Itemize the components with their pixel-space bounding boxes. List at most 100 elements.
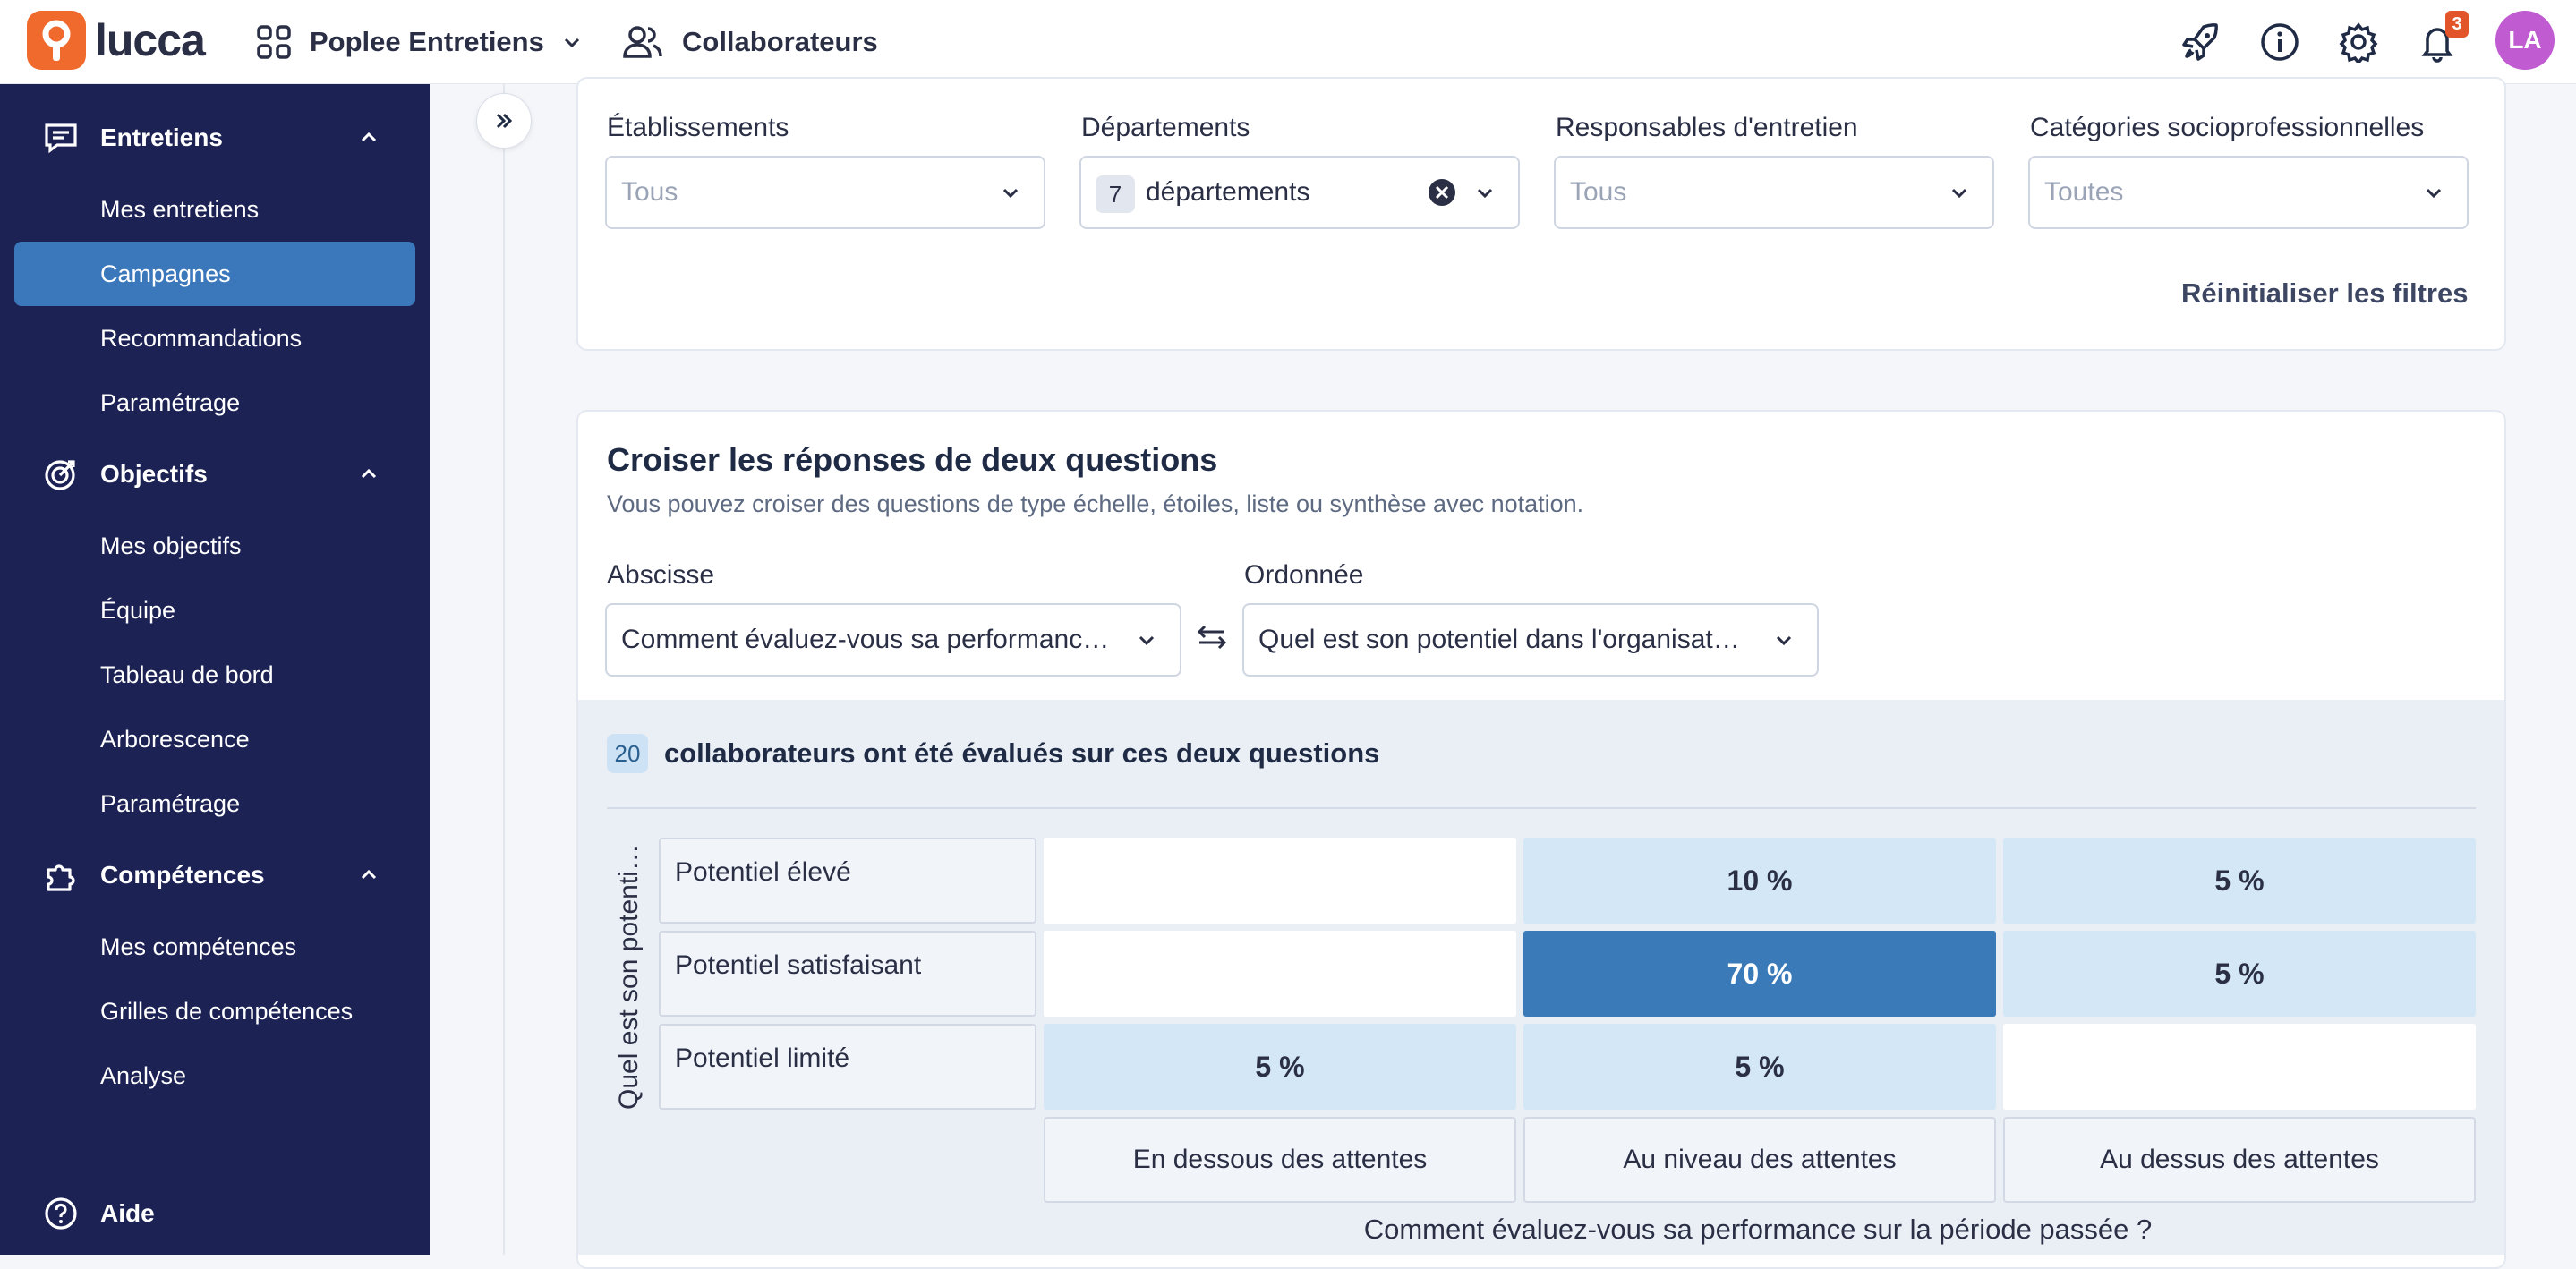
- swap-axes-button[interactable]: [1194, 619, 1230, 655]
- abscisse-label: Abscisse: [607, 560, 715, 590]
- sidebar-item-parametrage-objectifs[interactable]: Paramétrage: [14, 771, 415, 836]
- double-chevron-right-icon: [496, 113, 513, 129]
- help-icon: [45, 1197, 77, 1230]
- sidebar-item-label: Mes entretiens: [100, 195, 260, 223]
- matrix-cell[interactable]: [1044, 931, 1516, 1017]
- notifications-button[interactable]: 3: [2415, 11, 2469, 64]
- col-label-en-dessous: En dessous des attentes: [1044, 1117, 1516, 1203]
- cross-title: Croiser les réponses de deux questions: [607, 441, 1218, 478]
- content-rail: [503, 84, 505, 1255]
- chevron-down-icon: [1477, 188, 1493, 199]
- lucca-logo-icon: [27, 11, 86, 70]
- sidebar-item-equipe[interactable]: Équipe: [14, 578, 415, 643]
- departements-select[interactable]: 7 départements: [1079, 156, 1520, 229]
- sidebar-item-label: Mes objectifs: [100, 532, 242, 559]
- sidebar-item-mes-competences[interactable]: Mes compétences: [14, 915, 415, 979]
- sidebar-item-tableau-de-bord[interactable]: Tableau de bord: [14, 643, 415, 707]
- lucca-logo[interactable]: lucca: [27, 11, 206, 70]
- y-axis-title: Quel est son potenti…: [614, 844, 644, 1110]
- sidebar-item-label: Analyse: [100, 1061, 187, 1089]
- target-icon: [45, 460, 75, 490]
- matrix-cell[interactable]: 5 %: [1044, 1024, 1516, 1110]
- sidebar-item-label: Arborescence: [100, 725, 250, 753]
- rocket-button[interactable]: [2179, 20, 2223, 64]
- gear-icon: [2339, 22, 2378, 63]
- abscisse-value: Comment évaluez-vous sa performanc…: [621, 625, 1110, 654]
- top-bar: lucca Poplee Entretiens Collaborateurs 3…: [0, 0, 2576, 84]
- categories-select[interactable]: Toutes: [2028, 156, 2469, 229]
- chevron-down-icon: [1139, 635, 1155, 646]
- sidebar-item-arborescence[interactable]: Arborescence: [14, 707, 415, 771]
- chevron-up-icon: [361, 468, 377, 479]
- sidebar-section-label: Compétences: [100, 861, 265, 889]
- user-avatar[interactable]: LA: [2495, 11, 2555, 70]
- etablissements-select[interactable]: Tous: [605, 156, 1045, 229]
- sidebar-item-label: Tableau de bord: [100, 660, 274, 688]
- sidebar-item-mes-entretiens[interactable]: Mes entretiens: [14, 177, 415, 242]
- collaborateurs-link[interactable]: Collaborateurs: [623, 18, 878, 66]
- ordonnee-select[interactable]: Quel est son potentiel dans l'organisat…: [1242, 603, 1819, 677]
- matrix-cell[interactable]: [1044, 838, 1516, 924]
- module-switcher[interactable]: Poplee Entretiens: [256, 18, 582, 66]
- puzzle-icon: [47, 864, 75, 891]
- collaborateurs-label: Collaborateurs: [682, 26, 878, 57]
- sidebar-section-label: Objectifs: [100, 460, 208, 488]
- sidebar-item-parametrage-entretiens[interactable]: Paramétrage: [14, 370, 415, 435]
- matrix-cell[interactable]: 70 %: [1523, 931, 1996, 1017]
- panel-divider: [607, 807, 2476, 809]
- matrix-cell[interactable]: 10 %: [1523, 838, 1996, 924]
- sidebar-section-objectifs[interactable]: Objectifs: [0, 442, 430, 507]
- sidebar-item-label: Équipe: [100, 596, 176, 624]
- sidebar-aide[interactable]: Aide: [0, 1181, 430, 1246]
- sidebar-item-grilles-de-competences[interactable]: Grilles de compétences: [14, 979, 415, 1043]
- matrix-cell[interactable]: 5 %: [1523, 1024, 1996, 1110]
- sidebar-section-entretiens[interactable]: Entretiens: [0, 106, 430, 170]
- sidebar-item-campagnes[interactable]: Campagnes: [14, 242, 415, 306]
- matrix-cell[interactable]: 5 %: [2003, 931, 2476, 1017]
- info-button[interactable]: [2257, 20, 2302, 64]
- cross-subtitle: Vous pouvez croiser des questions de typ…: [607, 490, 1584, 517]
- col-label-au-niveau: Au niveau des attentes: [1523, 1117, 1996, 1203]
- sidebar-section-competences[interactable]: Compétences: [0, 843, 430, 907]
- evaluated-count-chip: 20: [607, 734, 648, 773]
- categories-value: Toutes: [2044, 177, 2124, 207]
- chevron-down-icon: [2426, 188, 2442, 199]
- reset-filters-button[interactable]: Réinitialiser les filtres: [2181, 277, 2468, 310]
- col-label-au-dessus: Au dessus des attentes: [2003, 1117, 2476, 1203]
- module-name: Poplee Entretiens: [310, 26, 544, 57]
- sidebar-item-recommandations[interactable]: Recommandations: [14, 306, 415, 370]
- departements-value: départements: [1146, 177, 1310, 207]
- chevron-up-icon: [361, 869, 377, 880]
- departements-label: Départements: [1081, 113, 1250, 142]
- rocket-icon: [2182, 23, 2218, 61]
- etablissements-label: Établissements: [607, 113, 789, 142]
- evaluated-count-text: collaborateurs ont été évalués sur ces d…: [664, 737, 1380, 769]
- sidebar-item-label: Paramétrage: [100, 388, 241, 416]
- sidebar-item-label: Mes compétences: [100, 933, 297, 960]
- sidebar-aide-label: Aide: [100, 1199, 155, 1227]
- chevron-down-icon: [1002, 188, 1019, 199]
- responsables-select[interactable]: Tous: [1554, 156, 1994, 229]
- settings-button[interactable]: [2336, 20, 2381, 64]
- brand-name: lucca: [95, 15, 206, 65]
- expand-panel-button[interactable]: [476, 93, 532, 149]
- matrix-cell[interactable]: 5 %: [2003, 838, 2476, 924]
- row-label-potentiel-satisfaisant: Potentiel satisfaisant: [659, 931, 1036, 1017]
- sidebar-item-mes-objectifs[interactable]: Mes objectifs: [14, 514, 415, 578]
- notification-count-badge: 3: [2445, 11, 2469, 38]
- sidebar-item-analyse[interactable]: Analyse: [14, 1043, 415, 1108]
- row-label-potentiel-eleve: Potentiel élevé: [659, 838, 1036, 924]
- info-icon: [2261, 23, 2299, 61]
- matrix-cell[interactable]: [2003, 1024, 2476, 1110]
- chevron-up-icon: [361, 132, 377, 142]
- chevron-down-icon: [564, 38, 579, 48]
- sidebar: Entretiens Mes entretiens Campagnes Reco…: [0, 84, 430, 1255]
- abscisse-select[interactable]: Comment évaluez-vous sa performanc…: [605, 603, 1181, 677]
- x-axis-title: Comment évaluez-vous sa performance sur …: [1363, 1214, 2153, 1245]
- responsables-value: Tous: [1570, 177, 1627, 207]
- chevron-down-icon: [1951, 188, 1967, 199]
- chat-icon: [45, 123, 77, 154]
- clear-icon[interactable]: [1427, 177, 1457, 208]
- sidebar-section-label: Entretiens: [100, 123, 223, 151]
- ordonnee-value: Quel est son potentiel dans l'organisat…: [1258, 625, 1740, 654]
